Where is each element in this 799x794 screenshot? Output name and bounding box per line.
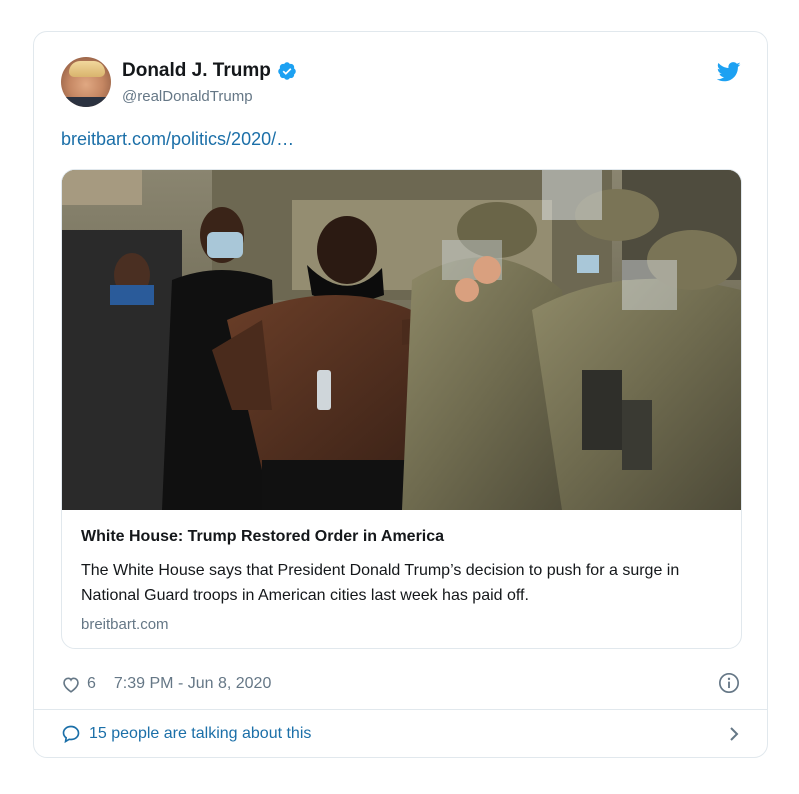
chevron-right-icon[interactable]: [727, 725, 741, 743]
avatar[interactable]: [61, 57, 111, 107]
author-handle[interactable]: @realDonaldTrump: [122, 88, 253, 105]
link-card-image: [62, 170, 741, 510]
verified-badge-icon: [278, 62, 296, 80]
avatar-suit: [61, 97, 111, 107]
heart-icon[interactable]: [61, 675, 81, 693]
tweet-link[interactable]: breitbart.com/politics/2020/…: [61, 129, 294, 150]
tweet-timestamp[interactable]: 7:39 PM - Jun 8, 2020: [114, 675, 271, 693]
twitter-bird-icon[interactable]: [717, 62, 741, 82]
avatar-hair: [69, 61, 105, 77]
like-count[interactable]: 6: [87, 675, 96, 693]
author-display-name[interactable]: Donald J. Trump: [122, 60, 297, 82]
conversation-label[interactable]: 15 people are talking about this: [89, 725, 311, 743]
tweet-meta-row: 6 7:39 PM - Jun 8, 2020: [61, 672, 271, 696]
link-preview-card[interactable]: White House: Trump Restored Order in Ame…: [61, 169, 742, 649]
author-name-text[interactable]: Donald J. Trump: [122, 60, 271, 82]
info-icon[interactable]: [718, 672, 740, 694]
link-card-description: The White House says that President Dona…: [81, 562, 680, 604]
tweet-embed-card: Donald J. Trump @realDonaldTrump breitba…: [33, 31, 768, 758]
conversation-link[interactable]: 15 people are talking about this: [61, 722, 741, 746]
link-card-title[interactable]: White House: Trump Restored Order in Ame…: [81, 528, 444, 546]
divider: [34, 709, 767, 710]
link-card-domain: breitbart.com: [81, 616, 169, 633]
comment-icon: [62, 725, 80, 744]
